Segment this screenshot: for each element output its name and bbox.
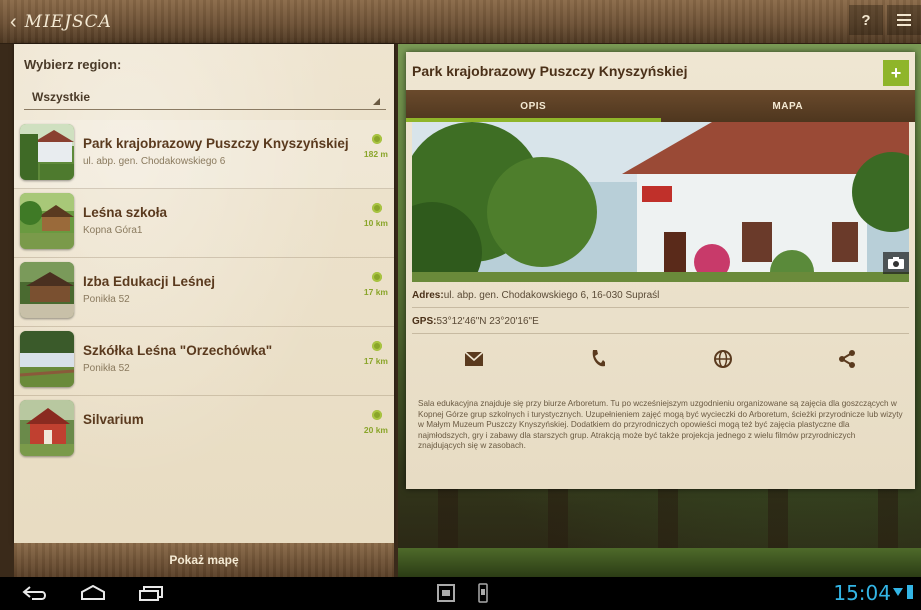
- detail-panel: Park krajobrazowy Puszczy Knyszyńskiej +…: [406, 52, 915, 489]
- menu-button[interactable]: [887, 5, 921, 35]
- battery-icon: [907, 585, 913, 599]
- place-distance: 182 m: [363, 149, 388, 159]
- show-map-button[interactable]: Pokaż mapę: [14, 543, 394, 577]
- action-row: [412, 342, 909, 376]
- help-button[interactable]: ?: [849, 5, 883, 35]
- nav-recents-button[interactable]: [138, 585, 164, 601]
- place-name: Izba Edukacji Leśnej: [83, 274, 216, 289]
- gps-value: 53°12'46"N 23°20'16"E: [436, 316, 539, 327]
- nav-back-button[interactable]: [22, 585, 48, 601]
- place-name: Park krajobrazowy Puszczy Knyszyńskiej: [83, 136, 349, 151]
- place-thumbnail: [20, 262, 74, 318]
- place-distance: 17 km: [363, 356, 388, 366]
- place-name: Leśna szkoła: [83, 205, 168, 220]
- region-select-value: Wszystkie: [32, 89, 91, 104]
- place-distance: 20 km: [363, 425, 388, 435]
- grass-strip: [398, 548, 921, 578]
- system-nav-bar: 15:04: [0, 577, 921, 610]
- place-description: Sala edukacyjna znajduje się przy biurze…: [418, 399, 903, 450]
- globe-icon: [713, 350, 732, 368]
- address-label: Adres:: [412, 290, 444, 301]
- place-address: Ponikła 52: [83, 363, 130, 374]
- places-list: Park krajobrazowy Puszczy Knyszyńskiej u…: [14, 120, 394, 465]
- location-icon: [372, 410, 382, 420]
- list-item[interactable]: Park krajobrazowy Puszczy Knyszyńskiej u…: [14, 120, 394, 189]
- camera-icon: [888, 257, 904, 269]
- list-item[interactable]: Szkółka Leśna "Orzechówka" Ponikła 52 17…: [14, 327, 394, 396]
- location-icon: [372, 134, 382, 144]
- tab-opis[interactable]: OPIS: [406, 90, 661, 122]
- places-panel: Wybierz region: Wszystkie Park krajobraz…: [14, 44, 394, 543]
- nav-screenshot-button[interactable]: [437, 584, 455, 602]
- back-arrow-icon: [22, 586, 46, 600]
- detail-tabs: OPIS MAPA: [406, 90, 915, 122]
- place-thumbnail: [20, 124, 74, 180]
- top-actions: ?: [845, 5, 921, 35]
- share-icon: [838, 350, 855, 368]
- gps-label: GPS:: [412, 316, 437, 327]
- menu-icon: [897, 14, 911, 26]
- status-clock: 15:04: [833, 581, 891, 605]
- app-title: MIEJSCA: [24, 12, 112, 32]
- place-thumbnail: [20, 400, 74, 456]
- list-item[interactable]: Izba Edukacji Leśnej Ponikła 52 17 km: [14, 258, 394, 327]
- home-icon: [81, 585, 105, 600]
- place-name: Szkółka Leśna "Orzechówka": [83, 343, 273, 358]
- nav-home-button[interactable]: [80, 585, 106, 601]
- place-address: Ponikła 52: [83, 294, 130, 305]
- location-icon: [372, 341, 382, 351]
- tab-mapa[interactable]: MAPA: [661, 90, 916, 122]
- list-item[interactable]: Leśna szkoła Kopna Góra1 10 km: [14, 189, 394, 258]
- back-button[interactable]: ‹ MIEJSCA: [10, 9, 112, 35]
- location-icon: [372, 272, 382, 282]
- chevron-left-icon: ‹: [10, 11, 17, 33]
- place-thumbnail: [20, 193, 74, 249]
- place-distance: 17 km: [363, 287, 388, 297]
- place-address: Kopna Góra1: [83, 225, 143, 236]
- region-label: Wybierz region:: [24, 57, 122, 72]
- select-arrow-icon: [373, 98, 380, 105]
- place-distance: 10 km: [363, 218, 388, 228]
- window-icon: [437, 584, 455, 602]
- nav-device-button[interactable]: [478, 583, 488, 603]
- place-photo[interactable]: [412, 122, 909, 282]
- add-button[interactable]: +: [883, 60, 909, 86]
- email-button[interactable]: [412, 352, 536, 366]
- location-icon: [372, 203, 382, 213]
- phone-icon: [593, 350, 606, 367]
- list-item[interactable]: Silvarium 20 km: [14, 396, 394, 465]
- envelope-icon: [465, 352, 484, 366]
- gps-row: GPS: 53°12'46"N 23°20'16"E: [412, 310, 909, 334]
- address-row: Adres: ul. abp. gen. Chodakowskiego 6, 1…: [412, 284, 909, 308]
- phone-button[interactable]: [536, 350, 660, 368]
- device-icon: [478, 583, 488, 603]
- website-button[interactable]: [661, 350, 785, 368]
- share-button[interactable]: [785, 350, 909, 368]
- wifi-icon: [893, 588, 903, 596]
- address-value: ul. abp. gen. Chodakowskiego 6, 16-030 S…: [443, 290, 660, 301]
- place-address: ul. abp. gen. Chodakowskiego 6: [83, 156, 226, 167]
- camera-button[interactable]: [883, 252, 909, 274]
- place-thumbnail: [20, 331, 74, 387]
- action-bar: ‹ MIEJSCA ?: [0, 0, 921, 44]
- place-name: Silvarium: [83, 412, 144, 427]
- region-select[interactable]: Wszystkie: [24, 84, 386, 110]
- recents-icon: [139, 586, 163, 601]
- detail-title: Park krajobrazowy Puszczy Knyszyńskiej: [412, 63, 688, 79]
